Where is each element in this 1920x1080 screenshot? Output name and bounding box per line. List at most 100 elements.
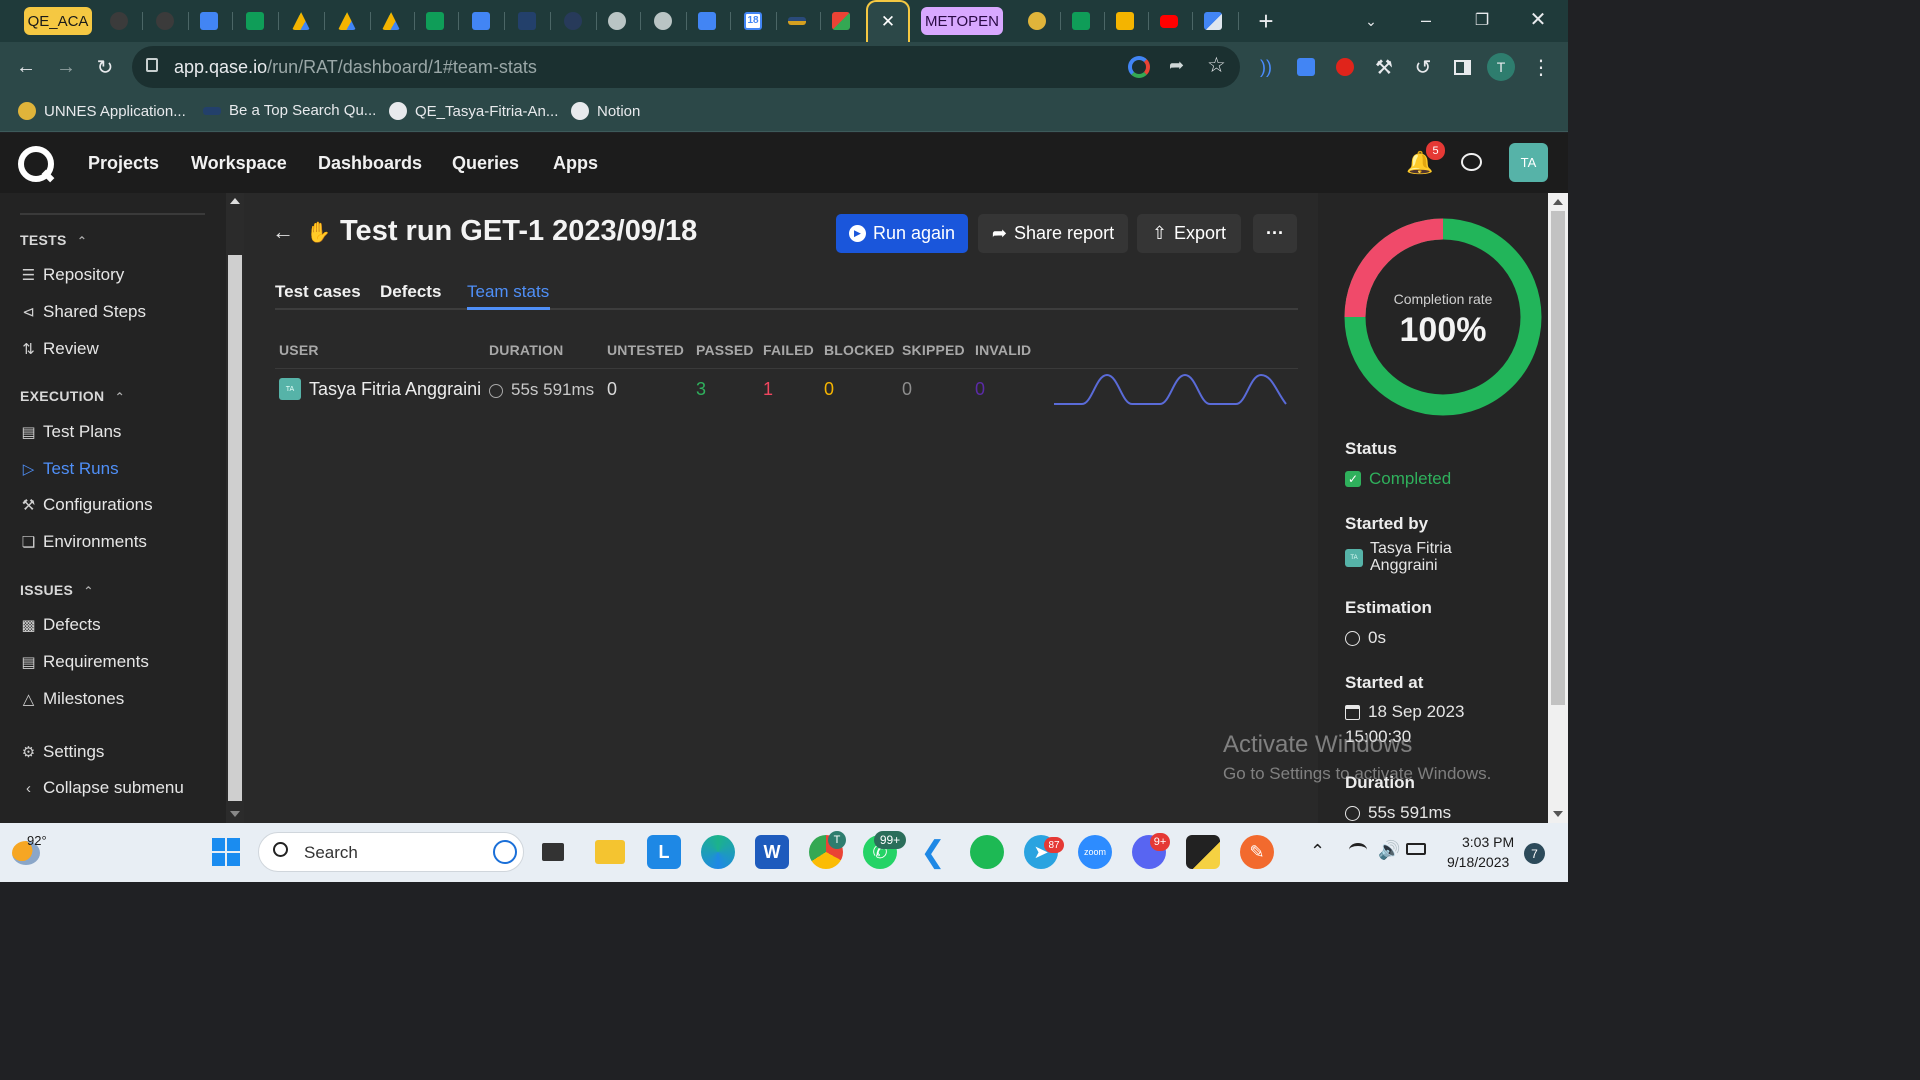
user-avatar[interactable]: TA (1509, 143, 1548, 182)
section-execution-title[interactable]: EXECUTION ⌃ (20, 388, 125, 404)
export-button[interactable]: ⇧ Export (1137, 214, 1241, 253)
sidebar-scrollbar[interactable] (226, 193, 244, 823)
app-l-icon[interactable]: L (647, 835, 681, 869)
file-explorer-icon[interactable] (593, 835, 627, 869)
tab-group-qe-aca[interactable]: QE_ACA (24, 7, 92, 35)
tab-site-1[interactable] (512, 6, 542, 36)
side-panel-icon[interactable] (1446, 51, 1478, 83)
bookmark-unnes[interactable]: UNNES Application... (18, 102, 186, 120)
wifi-icon[interactable] (1349, 843, 1367, 857)
nav-dashboards[interactable]: Dashboards (318, 153, 422, 174)
vscode-icon[interactable]: ❮ (916, 835, 950, 869)
tab-github-1[interactable] (104, 6, 134, 36)
tab-active-qase[interactable]: ✕ (866, 0, 910, 42)
run-again-button[interactable]: ▶ Run again (836, 214, 968, 253)
scroll-down-arrow-icon[interactable] (1553, 811, 1563, 817)
scroll-up-arrow-icon[interactable] (1553, 199, 1563, 205)
tab-sheets-3[interactable] (1066, 6, 1096, 36)
tab-youtube[interactable] (1154, 6, 1184, 36)
bookmark-star-icon[interactable]: ☆ (1207, 53, 1226, 78)
nav-workspace[interactable]: Workspace (191, 153, 287, 174)
tab-globe-1[interactable] (602, 6, 632, 36)
scrollbar-thumb[interactable] (228, 255, 242, 801)
sidebar-item-environments[interactable]: ❏ Environments (20, 532, 147, 552)
sidebar-item-review[interactable]: ⇅ Review (20, 339, 99, 359)
tab-drive-1[interactable] (286, 6, 316, 36)
tab-search-chevron-icon[interactable]: ⌄ (1355, 5, 1387, 37)
extension-adblock-icon[interactable] (1329, 51, 1361, 83)
close-tab-icon[interactable]: ✕ (881, 12, 895, 32)
more-actions-button[interactable]: ··· (1253, 214, 1297, 253)
section-issues-title[interactable]: ISSUES ⌃ (20, 582, 94, 598)
battery-icon[interactable] (1406, 843, 1426, 855)
restore-window-icon[interactable]: ❐ (1466, 4, 1498, 36)
tab-site-2[interactable] (558, 6, 588, 36)
tab-sheets-2[interactable] (420, 6, 450, 36)
tab-site-3[interactable] (782, 6, 812, 36)
bookmark-notion[interactable]: Notion (571, 102, 640, 120)
taskbar-search-box[interactable]: Search (258, 832, 524, 872)
forward-icon[interactable]: → (50, 51, 82, 83)
sidebar-item-defects[interactable]: ▩ Defects (20, 615, 100, 635)
nav-apps[interactable]: Apps (553, 153, 598, 174)
tab-docs-3[interactable] (692, 6, 722, 36)
tray-chevron-icon[interactable]: ⌃ (1310, 841, 1325, 862)
tab-github-2[interactable] (150, 6, 180, 36)
spotify-icon[interactable] (970, 835, 1004, 869)
tab-group-metopen[interactable]: METOPEN (921, 7, 1003, 35)
sidebar-item-settings[interactable]: ⚙ Settings (20, 742, 105, 762)
tab-unnes[interactable] (1022, 6, 1052, 36)
share-icon[interactable]: ➦ (1169, 55, 1184, 76)
clock-date[interactable]: 9/18/2023 (1447, 854, 1509, 870)
nav-projects[interactable]: Projects (88, 153, 159, 174)
tab-drive-2[interactable] (332, 6, 362, 36)
sidebar-item-milestones[interactable]: △ Milestones (20, 689, 125, 709)
sticky-notes-icon[interactable] (1186, 835, 1220, 869)
performance-icon[interactable]: ↺ (1407, 51, 1439, 83)
sidebar-item-repository[interactable]: ☰ Repository (20, 265, 125, 285)
extension-translate-icon[interactable] (1290, 51, 1322, 83)
new-tab-button[interactable]: + (1250, 5, 1282, 37)
bookmark-github-repo[interactable]: QE_Tasya-Fitria-An... (389, 102, 558, 120)
tab-translate[interactable] (1198, 6, 1228, 36)
share-report-button[interactable]: ➦ Share report (978, 214, 1128, 253)
google-lens-icon[interactable] (1128, 56, 1150, 78)
scroll-down-arrow-icon[interactable] (230, 811, 240, 817)
address-bar[interactable]: app.qase.io/run/RAT/dashboard/1#team-sta… (132, 46, 1240, 88)
tab-drive-3[interactable] (376, 6, 406, 36)
page-scrollbar[interactable] (1548, 193, 1568, 823)
tab-slides[interactable] (1110, 6, 1140, 36)
tab-team-stats[interactable]: Team stats (467, 282, 549, 302)
edge-icon[interactable] (701, 835, 735, 869)
drawing-app-icon[interactable]: ✎ (1240, 835, 1274, 869)
extension-voice-icon[interactable]: )) (1250, 51, 1282, 83)
extensions-puzzle-icon[interactable]: ⚒ (1368, 51, 1400, 83)
start-button[interactable] (212, 838, 240, 866)
scroll-up-arrow-icon[interactable] (230, 198, 240, 204)
back-icon[interactable]: ← (10, 51, 42, 83)
zoom-icon[interactable]: zoom (1078, 835, 1112, 869)
volume-icon[interactable]: 🔊 (1378, 840, 1400, 861)
chrome-menu-icon[interactable]: ⋮ (1525, 51, 1557, 83)
tab-test-cases[interactable]: Test cases (275, 282, 361, 302)
sidebar-item-shared-steps[interactable]: ⊲ Shared Steps (20, 302, 146, 322)
profile-avatar[interactable]: T (1487, 53, 1515, 81)
scrollbar-thumb[interactable] (1551, 211, 1565, 705)
task-view-icon[interactable] (536, 835, 570, 869)
tab-docs-2[interactable] (466, 6, 496, 36)
tab-calendar[interactable]: 18 (738, 6, 768, 36)
close-window-icon[interactable]: ✕ (1522, 3, 1554, 35)
sidebar-item-test-plans[interactable]: ▤ Test Plans (20, 422, 121, 442)
tab-defects[interactable]: Defects (380, 282, 441, 302)
minimize-window-icon[interactable]: – (1410, 4, 1442, 36)
clock-time[interactable]: 3:03 PM (1462, 834, 1514, 850)
notification-center-badge[interactable]: 7 (1524, 843, 1545, 864)
word-icon[interactable]: W (755, 835, 789, 869)
back-arrow-icon[interactable]: ← (272, 219, 294, 245)
tab-gmail[interactable] (826, 6, 856, 36)
sidebar-item-requirements[interactable]: ▤ Requirements (20, 652, 148, 672)
tab-globe-2[interactable] (648, 6, 678, 36)
chat-icon[interactable] (1461, 153, 1482, 171)
bookmark-top-search[interactable]: Be a Top Search Qu... (203, 102, 376, 119)
reload-icon[interactable]: ↻ (89, 51, 121, 83)
